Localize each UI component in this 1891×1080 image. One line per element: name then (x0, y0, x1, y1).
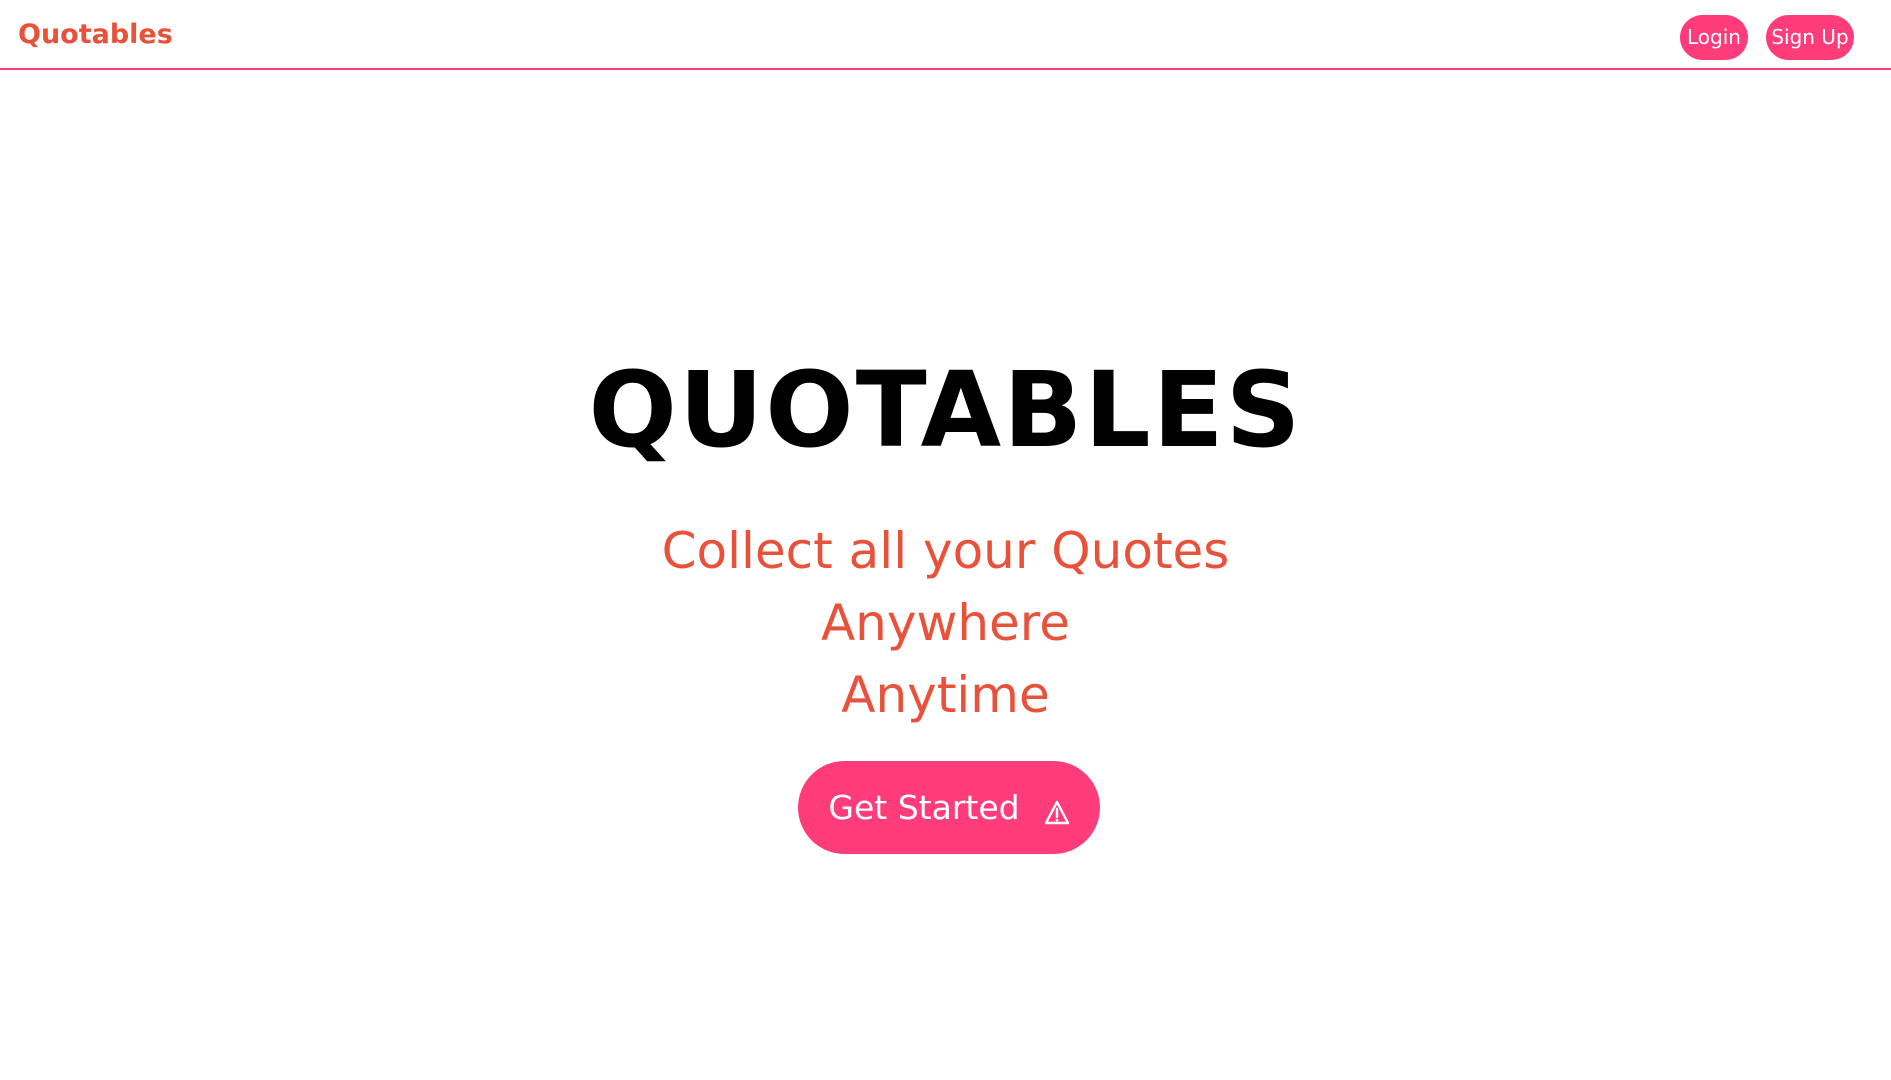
navbar: Quotables Login Sign Up (0, 0, 1891, 70)
sign-up-button[interactable]: Sign Up (1766, 15, 1854, 60)
brand-logo-link[interactable]: Quotables (18, 15, 173, 55)
tagline-line-3: Anytime (841, 666, 1050, 724)
tagline-line-1: Collect all your Quotes (661, 522, 1230, 580)
tagline-line-2: Anywhere (820, 594, 1071, 652)
nav-actions: Login Sign Up (1680, 15, 1854, 60)
warning-triangle-icon (1044, 795, 1070, 824)
login-button[interactable]: Login (1680, 15, 1748, 60)
hero-title: QUOTABLES (588, 349, 1303, 471)
tagline: Collect all your Quotes Anywhere Anytime (0, 515, 1891, 731)
get-started-button[interactable]: Get Started (798, 761, 1100, 854)
get-started-label: Get Started (828, 788, 1020, 827)
